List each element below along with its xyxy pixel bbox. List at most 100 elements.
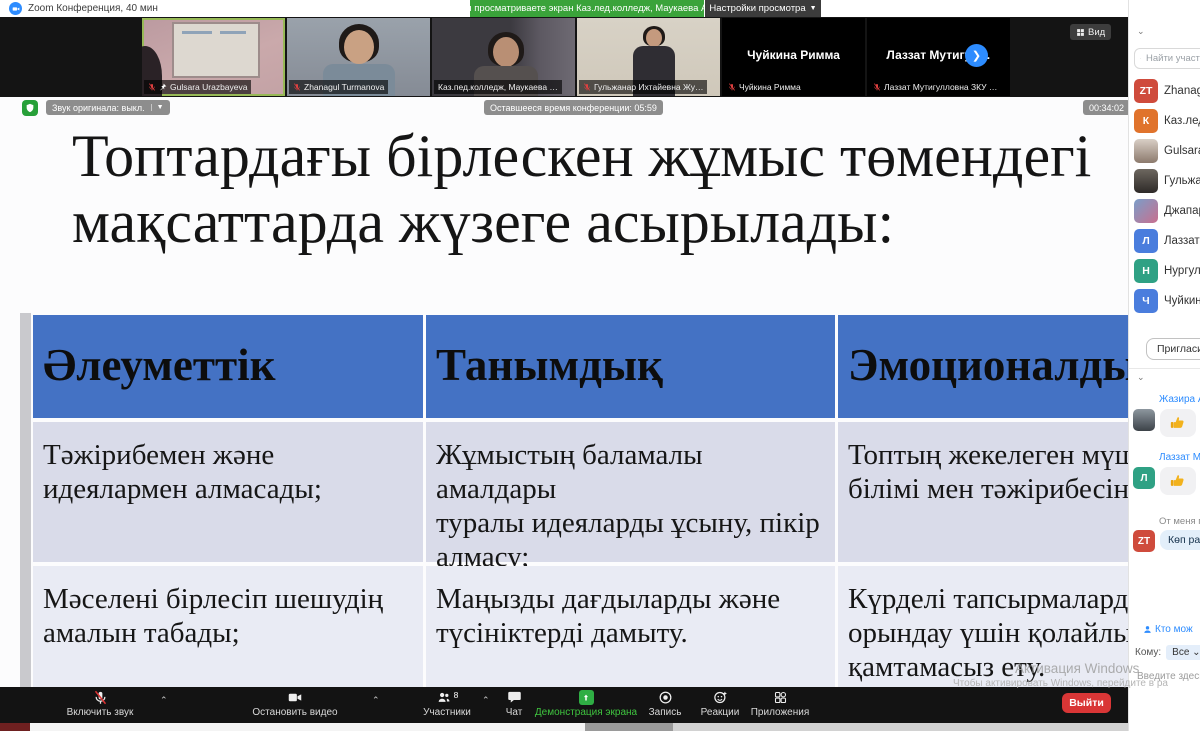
participant-row[interactable]: ZT Zhanagul [1134, 78, 1200, 104]
search-icon [1140, 54, 1141, 63]
video-tile-zhanagul[interactable]: Zhanagul Turmanova [287, 18, 430, 96]
security-shield-icon[interactable] [22, 100, 38, 116]
mic-options-chevron[interactable]: ⌃ [160, 695, 168, 706]
thumbs-up-emoji [1168, 413, 1188, 433]
recipient-dropdown[interactable]: Все ⌄ [1166, 645, 1200, 660]
participant-name: Каз.лед.к [1164, 115, 1200, 127]
participants-options-chevron[interactable]: ⌃ [482, 695, 490, 706]
video-tile-gulzhanar[interactable]: Гульжанар Ихтайевна Жу… [577, 18, 720, 96]
desktop-sliver-lightgray [673, 723, 1128, 731]
apps-button[interactable]: Приложения [748, 690, 812, 718]
participant-list: ZT Zhanagul К Каз.лед.к Gulsara U Гульжа… [1134, 78, 1200, 314]
thumbs-up-emoji [1168, 471, 1188, 491]
search-input[interactable] [1144, 52, 1200, 65]
avatar-head [493, 37, 519, 67]
record-label: Запись [649, 707, 682, 718]
video-options-chevron[interactable]: ⌃ [372, 695, 380, 706]
table-cell: Мәселені бірлесіп шешудің амалын табады; [33, 566, 423, 687]
table-header-cell: Эмоционалдық [838, 315, 1128, 418]
participant-row[interactable]: К Каз.лед.к [1134, 108, 1200, 134]
avatar-photo [1133, 409, 1155, 431]
zoom-window: Zoom Конференция, 40 мин Вы просматривае… [0, 0, 1200, 731]
invite-button[interactable]: Пригласить [1146, 338, 1200, 360]
slide-edge-bar [20, 313, 31, 687]
recipient-value: Все [1172, 647, 1189, 658]
chat-message: ZT Көп ра [1133, 530, 1200, 552]
camera-icon [287, 690, 303, 705]
participant-row[interactable]: Gulsara U [1134, 138, 1200, 164]
tile-name-bar: Gulsara Urazbayeva [144, 80, 251, 94]
avatar: Л [1133, 467, 1155, 489]
participant-row[interactable]: Джапаро [1134, 198, 1200, 224]
stop-video-button[interactable]: Остановить видео [230, 690, 360, 718]
participant-search-box[interactable] [1134, 48, 1200, 69]
tile-name: Лаззат Мутигулловна ЗКУ … [884, 82, 997, 92]
video-tile-chuikina[interactable]: Чуйкина Римма Чуйкина Римма [722, 18, 865, 96]
share-screen-button[interactable]: Демонстрация экрана [536, 690, 636, 718]
next-participants-button[interactable]: ❯ [965, 44, 988, 67]
share-screen-label: Демонстрация экрана [535, 707, 637, 718]
tile-center-name: Лаззат Мутигул… [867, 48, 1010, 62]
banner-text: Вы просматриваете экран Каз.лед.колледж,… [470, 3, 704, 14]
chat-bubble: Көп ра [1160, 530, 1200, 550]
chat-button[interactable]: Чат [496, 690, 532, 718]
participant-name: Zhanagul [1164, 85, 1200, 97]
video-tile-maukaeva[interactable]: Каз.пед.колледж, Маукаева … [432, 18, 575, 96]
table-cell: Тәжірибемен және идеялармен алмасады; [33, 422, 423, 562]
window-titlebar: Zoom Конференция, 40 мин Вы просматривае… [0, 0, 1200, 18]
smiley-icon [713, 690, 728, 705]
table-header-cell: Танымдық [426, 315, 835, 418]
person-icon [1143, 625, 1152, 634]
table-cell: Жұмыстың баламалы амалдары туралы идеяла… [426, 422, 835, 562]
windows-activation-watermark: Активация Windows [1015, 661, 1139, 676]
tile-name-bar: Каз.пед.колледж, Маукаева … [434, 80, 562, 94]
chat-bubble [1160, 409, 1196, 437]
chat-message: Л [1133, 467, 1196, 495]
participant-row[interactable]: Гульжана [1134, 168, 1200, 194]
leave-button[interactable]: Выйти [1062, 693, 1111, 713]
remaining-time-pill: Оставшееся время конференции: 05:59 [484, 100, 663, 115]
zoom-app-icon [9, 2, 22, 15]
table-cell: Маңызды дағдыларды және түсініктерді дам… [426, 566, 835, 687]
chat-privacy-link[interactable]: Кто мож [1143, 624, 1193, 635]
original-sound-label: Звук оригинала: выкл. [52, 103, 145, 113]
tile-center-name: Чуйкина Римма [722, 48, 865, 62]
desktop-sliver-white [30, 723, 585, 731]
video-tile-gulsara[interactable]: Gulsara Urazbayeva [142, 18, 285, 96]
original-sound-pill[interactable]: Звук оригинала: выкл. ▼ [46, 100, 170, 115]
unmute-button[interactable]: Включить звук [45, 690, 155, 718]
view-button[interactable]: Вид [1070, 24, 1111, 40]
participants-icon [436, 690, 452, 705]
slide-title: Топтардағы бірлескен жұмыс төмендегі мақ… [72, 123, 1128, 255]
participants-count: 8 [454, 690, 459, 700]
chevron-down-icon: ▼ [810, 5, 817, 12]
participants-button[interactable]: 8 Участники [416, 690, 478, 718]
mic-muted-icon [148, 83, 156, 91]
video-tile-lazzat[interactable]: Лаззат Мутигул… Лаззат Мутигулловна ЗКУ … [867, 18, 1010, 96]
mic-muted-icon [728, 83, 736, 91]
avatar: ZT [1133, 530, 1155, 552]
avatar: Л [1134, 229, 1158, 253]
participant-row[interactable]: Н Нургуль [1134, 258, 1200, 284]
collapse-chat-chevron[interactable]: ⌄ [1137, 372, 1145, 383]
avatar-photo [1134, 199, 1158, 223]
collapse-participants-chevron[interactable]: ⌄ [1137, 26, 1145, 37]
reactions-button[interactable]: Реакции [694, 690, 746, 718]
apps-icon [773, 690, 788, 705]
stop-video-label: Остановить видео [252, 707, 337, 718]
chevron-down-icon[interactable]: ▼ [151, 104, 164, 111]
windows-activation-watermark-line2: Чтобы активировать Windows, перейдите в … [953, 678, 1168, 689]
participants-chat-sidebar: ⌄ ZT Zhanagul К Каз.лед.к Gulsara U Гуль… [1128, 0, 1200, 731]
from-me-label: От меня п [1159, 516, 1200, 527]
chat-privacy-label: Кто мож [1155, 624, 1193, 635]
avatar: К [1134, 109, 1158, 133]
participant-row[interactable]: Л Лаззат М [1134, 228, 1200, 254]
participant-row[interactable]: Ч Чуйкина [1134, 288, 1200, 314]
record-button[interactable]: Запись [642, 690, 688, 718]
table-cell: Топтың жекелеген мүше білімі мен тәжіриб… [838, 422, 1128, 562]
participant-name: Джапаро [1164, 205, 1200, 217]
tile-name-bar: Zhanagul Turmanova [289, 80, 388, 94]
tile-name: Каз.пед.колледж, Маукаева … [438, 82, 558, 92]
view-settings-button[interactable]: Настройки просмотра ▼ [705, 0, 821, 17]
participants-label: Участники [423, 707, 471, 718]
